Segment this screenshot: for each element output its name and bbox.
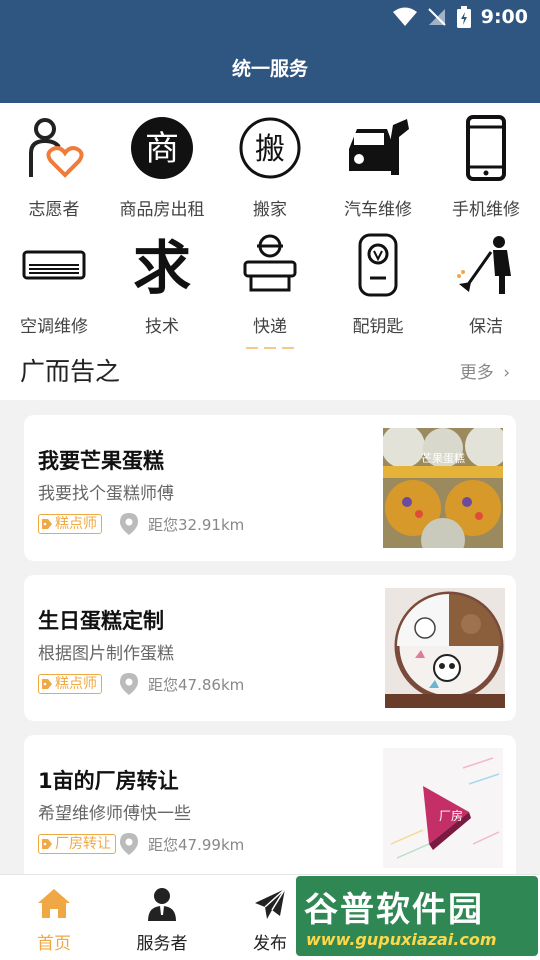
- status-time: 9:00: [480, 6, 528, 28]
- tab-label: 首页: [37, 934, 71, 954]
- courier-icon: [237, 232, 303, 298]
- category-label: 配钥匙: [352, 317, 404, 337]
- post-tag: 糕点师: [38, 514, 102, 534]
- category-cleaning[interactable]: 保洁: [432, 220, 540, 337]
- category-label: 保洁: [469, 317, 503, 337]
- category-phone-repair[interactable]: 手机维修: [432, 103, 540, 220]
- more-link[interactable]: 更多 ›: [460, 358, 510, 383]
- no-signal-icon: [428, 8, 446, 26]
- tab-label: 服务者: [136, 934, 188, 954]
- car-wrench-icon: [345, 115, 411, 181]
- category-label: 商品房出租: [119, 200, 205, 220]
- person-icon: [148, 888, 176, 921]
- post-card[interactable]: 生日蛋糕定制 根据图片制作蛋糕 糕点师 距您47.86km: [24, 575, 516, 721]
- air-conditioner-icon: [21, 232, 87, 298]
- category-tech[interactable]: 求 技术: [108, 220, 216, 337]
- category-ac-repair[interactable]: 空调维修: [0, 220, 108, 337]
- post-title: 生日蛋糕定制: [38, 609, 164, 633]
- qiu-char-icon: 求: [129, 232, 195, 298]
- post-title: 我要芒果蛋糕: [38, 449, 164, 473]
- post-title: 1亩的厂房转让: [38, 769, 179, 793]
- battery-icon: [456, 6, 471, 28]
- category-label: 汽车维修: [344, 200, 412, 220]
- svg-text:求: 求: [133, 234, 191, 298]
- category-label: 快递: [253, 317, 287, 337]
- category-key-copy[interactable]: 配钥匙: [324, 220, 432, 337]
- svg-text:芒果蛋糕: 芒果蛋糕: [421, 451, 465, 465]
- car-key-icon: [345, 232, 411, 298]
- cleaner-icon: [453, 232, 519, 298]
- phone-icon: [453, 115, 519, 181]
- location-pin-icon: [120, 673, 138, 695]
- category-rental[interactable]: 商 商品房出租: [108, 103, 216, 220]
- post-distance: 距您47.99km: [148, 836, 245, 854]
- post-image-birthday-cake: [385, 588, 505, 708]
- category-moving[interactable]: 搬 搬家: [216, 103, 324, 220]
- category-label: 空调维修: [20, 317, 88, 337]
- tab-providers[interactable]: 服务者: [108, 875, 216, 960]
- watermark-logo: 谷普软件园 www.gupuxiazai.com: [296, 876, 538, 956]
- location-pin-icon: [120, 833, 138, 855]
- post-desc: 根据图片制作蛋糕: [38, 644, 174, 664]
- volunteer-heart-icon: [21, 115, 87, 181]
- paper-plane-icon: [255, 888, 286, 919]
- post-image-mango-cake: 芒果蛋糕: [383, 428, 503, 548]
- post-distance: 距您47.86km: [148, 676, 245, 694]
- home-icon: [38, 889, 70, 918]
- more-label: 更多: [459, 363, 494, 383]
- tag-icon: [42, 679, 52, 689]
- category-grid: 志愿者 商 商品房出租 搬 搬家 汽车维修 手机维修 空调维修 求 技术 快递 …: [0, 103, 540, 400]
- section-title: 广而告之: [20, 357, 121, 386]
- category-label: 手机维修: [452, 200, 520, 220]
- page-indicator: [246, 347, 294, 349]
- post-distance: 距您32.91km: [148, 516, 245, 534]
- page-title: 统一服务: [0, 36, 540, 103]
- wifi-icon: [392, 7, 417, 26]
- category-volunteer[interactable]: 志愿者: [0, 103, 108, 220]
- post-image-factory: 厂房: [383, 748, 503, 868]
- post-tag: 糕点师: [38, 674, 102, 694]
- svg-text:搬: 搬: [255, 132, 285, 167]
- location-pin-icon: [120, 513, 138, 535]
- category-courier[interactable]: 快递: [216, 220, 324, 337]
- svg-text:厂房: 厂房: [439, 808, 463, 823]
- category-car-repair[interactable]: 汽车维修: [324, 103, 432, 220]
- post-tag: 厂房转让: [38, 834, 116, 854]
- post-card[interactable]: 我要芒果蛋糕 我要找个蛋糕师傅 糕点师 距您32.91km 芒果蛋糕: [24, 415, 516, 561]
- category-label: 搬家: [253, 200, 287, 220]
- chevron-right-icon: ›: [503, 363, 510, 383]
- tab-home[interactable]: 首页: [0, 875, 108, 960]
- post-card[interactable]: 1亩的厂房转让 希望维修师傅快一些 厂房转让 距您47.99km 厂房: [24, 735, 516, 881]
- shang-char-icon: 商: [129, 115, 195, 181]
- post-desc: 希望维修师傅快一些: [38, 804, 191, 824]
- status-bar: 9:00: [0, 0, 540, 36]
- svg-text:商: 商: [145, 129, 179, 169]
- post-desc: 我要找个蛋糕师傅: [38, 484, 174, 504]
- tag-icon: [42, 839, 52, 849]
- tag-icon: [42, 519, 52, 529]
- ban-char-icon: 搬: [237, 115, 303, 181]
- category-label: 技术: [145, 317, 179, 337]
- category-label: 志愿者: [28, 200, 80, 220]
